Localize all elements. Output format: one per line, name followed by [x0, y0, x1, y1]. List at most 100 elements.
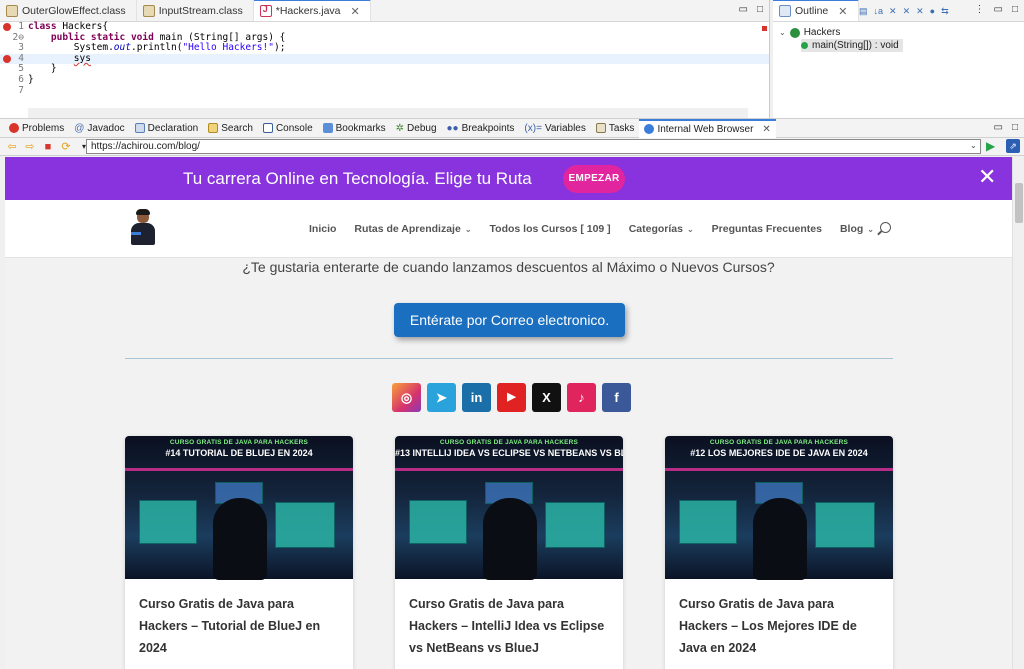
thumbnail-title: #12 LOS MEJORES IDE DE JAVA EN 2024	[690, 448, 868, 458]
error-marker-icon	[3, 23, 11, 31]
tab-search[interactable]: Search	[203, 119, 258, 138]
minimize-icon[interactable]: ▭	[994, 4, 1003, 15]
close-icon[interactable]: ✕	[351, 5, 360, 18]
stop-icon[interactable]: ■	[42, 141, 54, 153]
bottom-view-tabbar: Problems @ Javadoc Declaration Search Con…	[0, 118, 1024, 138]
avatar[interactable]	[129, 209, 157, 246]
tab-console[interactable]: Console	[258, 119, 318, 138]
chevron-down-icon: ⌄	[464, 225, 472, 234]
menu-item-cursos[interactable]: Todos los Cursos [ 109 ]	[490, 223, 611, 235]
editor-horizontal-scrollbar[interactable]	[28, 108, 748, 118]
external-browser-icon[interactable]: ⇗	[1006, 139, 1020, 153]
chevron-down-icon[interactable]: ⌄	[970, 141, 977, 150]
chevron-down-icon: ⌄	[867, 225, 874, 234]
close-icon[interactable]: ✕	[838, 5, 847, 18]
subscribe-question: ¿Te gustaria enterarte de cuando lanzamo…	[242, 259, 775, 275]
editor-tab-inputstream[interactable]: InputStream.class	[137, 0, 254, 21]
link-editor-icon[interactable]: ⇆	[941, 6, 949, 17]
scrollbar-thumb[interactable]	[1015, 183, 1023, 223]
editor-tab-label: *Hackers.java	[275, 5, 341, 17]
tab-variables[interactable]: (x)= Variables	[519, 119, 590, 138]
instagram-icon[interactable]: ◎	[392, 383, 421, 412]
maximize-icon[interactable]: □	[757, 4, 763, 15]
menu-item-rutas[interactable]: Rutas de Aprendizaje ⌄	[354, 223, 471, 235]
tab-declaration[interactable]: Declaration	[130, 119, 204, 138]
java-file-icon	[259, 4, 272, 17]
bookmarks-icon	[322, 123, 333, 133]
error-overview-marker[interactable]	[762, 26, 767, 31]
maximize-icon[interactable]: □	[1012, 4, 1018, 15]
close-icon[interactable]: ✕	[978, 165, 996, 189]
blog-card[interactable]: CURSO GRATIS DE JAVA PARA HACKERS #13 IN…	[395, 436, 623, 669]
telegram-icon[interactable]: ➤	[427, 383, 456, 412]
url-input[interactable]: https://achirou.com/blog/	[86, 139, 981, 154]
maximize-icon[interactable]: □	[1012, 122, 1018, 133]
web-vertical-scrollbar[interactable]	[1012, 157, 1024, 669]
outline-method-node[interactable]: main(String[]) : void	[801, 39, 903, 52]
collapse-all-icon[interactable]: ▤	[859, 6, 868, 17]
code-line: 3 System.out.println("Hello Hackers!");	[18, 42, 286, 54]
thumbnail-kicker: CURSO GRATIS DE JAVA PARA HACKERS	[709, 439, 849, 446]
code-editor[interactable]: 1 class Hackers{ 2⊖ public static void m…	[0, 21, 769, 100]
tab-debug[interactable]: ✲ Debug	[391, 119, 442, 138]
tab-breakpoints[interactable]: ●● Breakpoints	[442, 119, 520, 138]
subscribe-button[interactable]: Entérate por Correo electronico.	[394, 303, 625, 337]
promo-banner: Tu carrera Online en Tecnología. Elige t…	[5, 157, 1012, 200]
globe-icon	[644, 124, 655, 134]
tab-outline[interactable]: Outline ✕	[773, 0, 859, 21]
public-method-icon	[801, 42, 808, 49]
tab-internal-web-browser[interactable]: Internal Web Browser ✕	[639, 118, 776, 138]
blog-card-thumbnail[interactable]: CURSO GRATIS DE JAVA PARA HACKERS #13 IN…	[395, 436, 623, 580]
outline-tabbar: Outline ✕ ▤ ↓a ✕ ✕ ✕ ● ⇆ ⋮ ▭ □	[773, 0, 1024, 22]
hide-static-icon[interactable]: ✕	[903, 6, 911, 17]
start-button[interactable]: EMPEZAR	[563, 165, 625, 193]
refresh-icon[interactable]: ⟳	[60, 140, 72, 153]
outline-class-node[interactable]: ⌄ Hackers	[779, 26, 1018, 39]
tab-javadoc[interactable]: @ Javadoc	[69, 119, 129, 138]
blog-card-title[interactable]: Curso Gratis de Java para Hackers – Inte…	[395, 579, 623, 659]
minimize-icon[interactable]: ▭	[994, 122, 1003, 133]
tiktok-icon[interactable]: ♪	[567, 383, 596, 412]
divider	[125, 358, 893, 359]
search-icon	[208, 123, 219, 133]
tab-tasks[interactable]: Tasks	[591, 119, 640, 138]
error-marker-icon	[3, 54, 11, 63]
thumbnail-kicker: CURSO GRATIS DE JAVA PARA HACKERS	[439, 439, 579, 446]
declaration-icon	[134, 123, 145, 133]
menu-item-categorias[interactable]: Categorías ⌄	[629, 223, 694, 235]
sort-icon[interactable]: ↓a	[874, 6, 884, 17]
editor-tab-outerglow[interactable]: OuterGlowEffect.class	[0, 0, 137, 21]
tasks-icon	[595, 123, 606, 133]
menu-item-blog[interactable]: Blog ⌄	[840, 223, 874, 235]
editor-tabbar: OuterGlowEffect.class InputStream.class …	[0, 0, 769, 22]
view-menu-icon[interactable]: ⋮	[975, 4, 985, 15]
forward-icon[interactable]: ⇨	[24, 140, 36, 153]
blog-card-title[interactable]: Curso Gratis de Java para Hackers – Los …	[665, 579, 893, 659]
social-links: ◎ ➤ in ▶ X ♪ f	[392, 383, 631, 412]
tab-bookmarks[interactable]: Bookmarks	[318, 119, 391, 138]
menu-item-inicio[interactable]: Inicio	[309, 223, 336, 235]
blog-card-thumbnail[interactable]: CURSO GRATIS DE JAVA PARA HACKERS #14 TU…	[125, 436, 353, 580]
blog-card-thumbnail[interactable]: CURSO GRATIS DE JAVA PARA HACKERS #12 LO…	[665, 436, 893, 580]
browser-toolbar: ⇦ ⇨ ■ ⟳ ▾ https://achirou.com/blog/ ⌄ ▶ …	[0, 138, 1024, 156]
outline-view: Outline ✕ ▤ ↓a ✕ ✕ ✕ ● ⇆ ⋮ ▭ □ ⌄ Hackers…	[773, 0, 1024, 118]
hide-fields-icon[interactable]: ✕	[889, 6, 897, 17]
facebook-icon[interactable]: f	[602, 383, 631, 412]
close-icon[interactable]: ✕	[762, 124, 770, 135]
menu-item-preguntas[interactable]: Preguntas Frecuentes	[712, 223, 822, 235]
blog-card[interactable]: CURSO GRATIS DE JAVA PARA HACKERS #12 LO…	[665, 436, 893, 669]
linkedin-icon[interactable]: in	[462, 383, 491, 412]
go-icon[interactable]: ▶	[986, 139, 995, 153]
editor-tab-hackers[interactable]: *Hackers.java ✕	[253, 0, 371, 21]
blog-card-title[interactable]: Curso Gratis de Java para Hackers – Tuto…	[125, 579, 353, 659]
youtube-icon[interactable]: ▶	[497, 383, 526, 412]
x-icon[interactable]: X	[532, 383, 561, 412]
back-icon[interactable]: ⇦	[6, 140, 18, 153]
hide-local-types-icon[interactable]: ●	[930, 6, 935, 17]
tab-problems[interactable]: Problems	[4, 119, 69, 138]
minimize-icon[interactable]: ▭	[739, 4, 748, 15]
hide-nonpublic-icon[interactable]: ✕	[916, 6, 924, 17]
blog-card[interactable]: CURSO GRATIS DE JAVA PARA HACKERS #14 TU…	[125, 436, 353, 669]
search-icon[interactable]	[880, 222, 891, 233]
web-page: Tu carrera Online en Tecnología. Elige t…	[5, 157, 1012, 669]
